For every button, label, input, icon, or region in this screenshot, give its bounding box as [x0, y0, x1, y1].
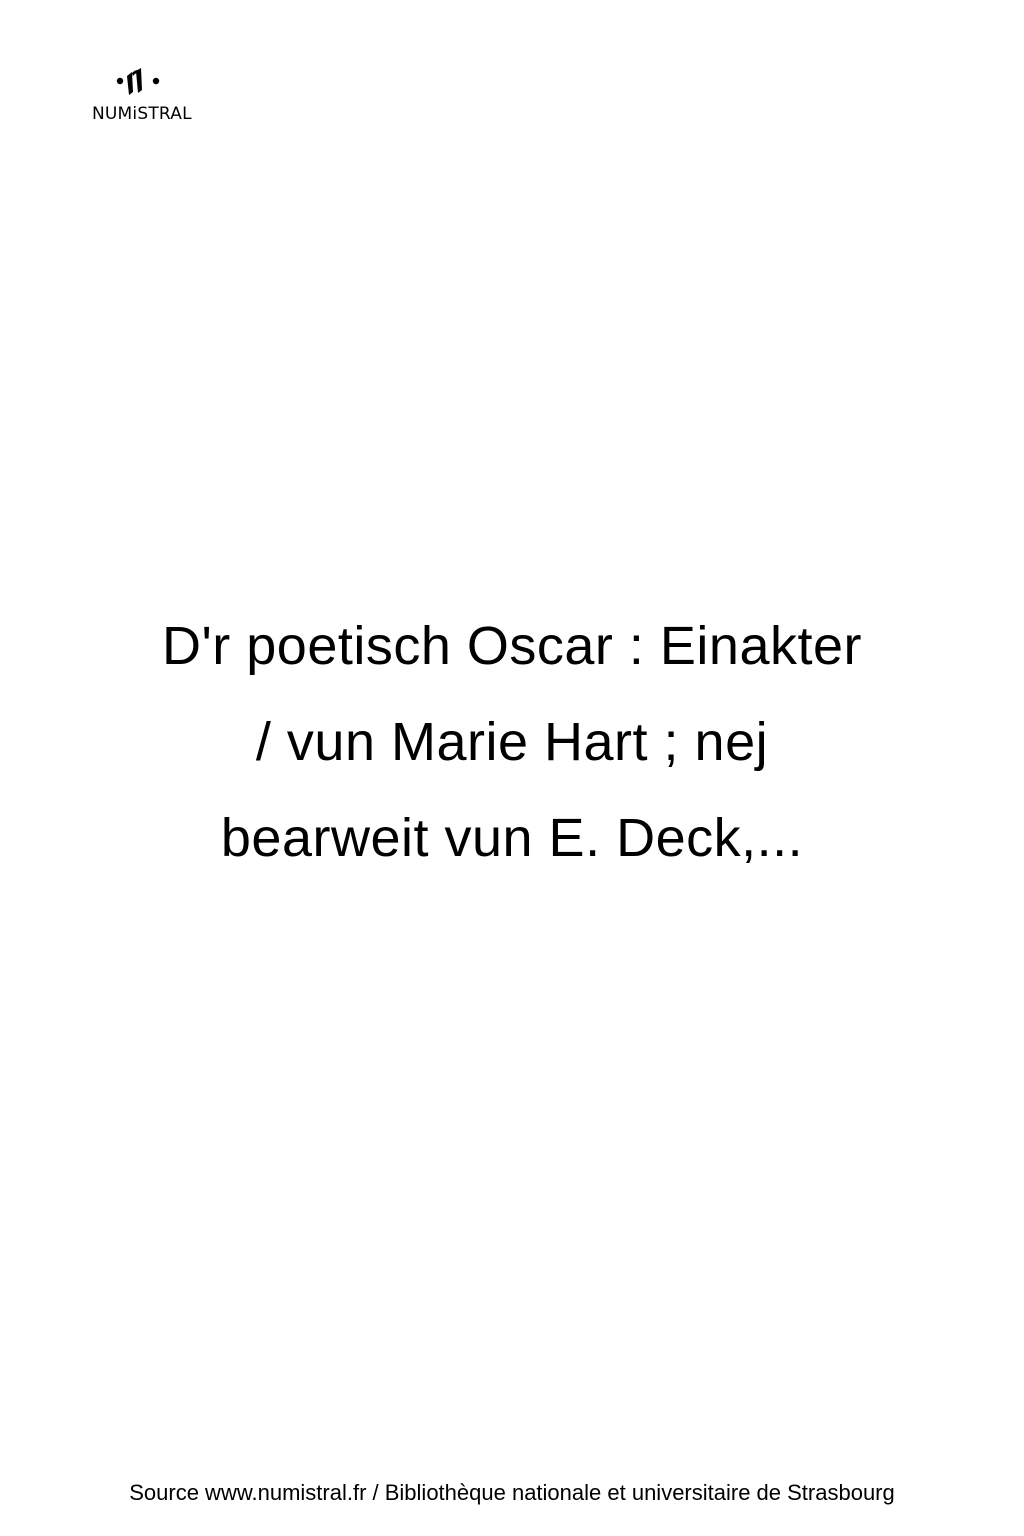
numistral-logo-icon: [116, 68, 160, 95]
logo-text: NUMiSTRAL: [92, 104, 192, 124]
document-title: D'r poetisch Oscar : Einakter / vun Mari…: [60, 598, 964, 886]
numistral-logo: NUMiSTRAL: [90, 64, 210, 128]
source-footer: Source www.numistral.fr / Bibliothèque n…: [129, 1480, 895, 1505]
title-line-3: bearweit vun E. Deck,...: [220, 808, 804, 868]
title-line-1: D'r poetisch Oscar : Einakter: [161, 616, 863, 676]
title-line-2: / vun Marie Hart ; nej: [255, 712, 769, 772]
